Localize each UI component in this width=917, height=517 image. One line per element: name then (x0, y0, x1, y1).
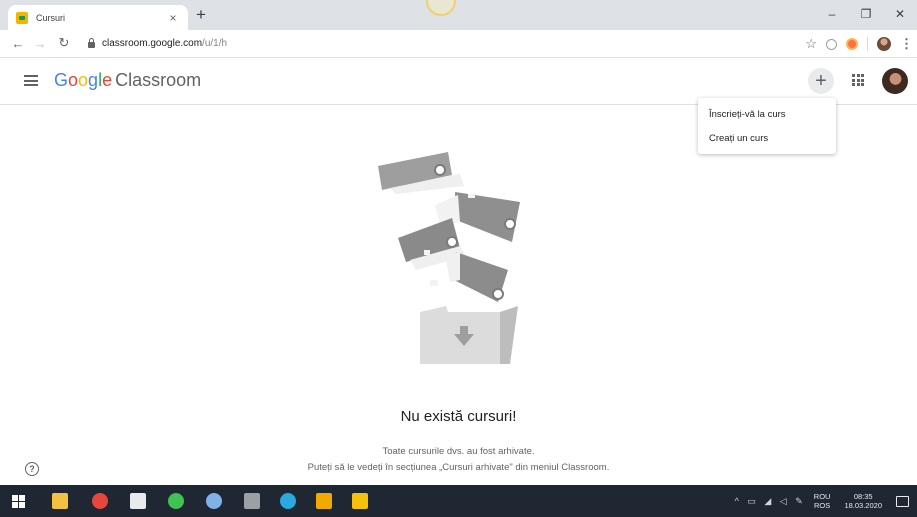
hamburger-menu-icon[interactable] (24, 75, 38, 86)
taskbar-clock[interactable]: 08:35 18.03.2020 (844, 492, 882, 510)
address-bar[interactable]: classroom.google.com/u/1/h (84, 33, 804, 54)
add-course-menu: Înscrieți-vă la curs Creați un curs (698, 98, 836, 154)
chrome-icon[interactable] (92, 493, 108, 509)
lock-icon (88, 37, 95, 48)
arrows-icon[interactable] (352, 493, 368, 509)
browser-menu-icon[interactable]: ⋮ (900, 36, 913, 52)
language-top: ROU (813, 492, 831, 501)
tab-title: Cursuri (36, 12, 66, 23)
back-arrow-icon[interactable]: ← (8, 33, 28, 53)
chat-icon[interactable] (130, 493, 146, 509)
browser-toolbar: ← → ↻ classroom.google.com/u/1/h ☆ ⋮ (0, 30, 917, 58)
url-path: /u/1/h (202, 38, 228, 49)
archived-folders-illustration (378, 152, 520, 364)
empty-state-title: Nu există cursuri! (400, 408, 517, 425)
minimize-button[interactable]: – (815, 0, 849, 28)
add-course-button[interactable]: + (808, 68, 834, 94)
windows-taskbar: ^ ▭ ◢ ◁ ✎ ROU ROS 08:35 18.03.2020 (0, 485, 917, 517)
browser-tab-strip: Cursuri × + – ❐ ✕ (0, 0, 917, 30)
rss-icon[interactable] (280, 493, 296, 509)
flying-folder-icon (378, 152, 464, 194)
close-window-button[interactable]: ✕ (883, 0, 917, 28)
mouse-highlight-ring (426, 0, 456, 16)
flying-folder-icon (446, 250, 508, 302)
restore-button[interactable]: ❐ (849, 0, 883, 28)
clock-time: 08:35 (853, 492, 873, 501)
join-class-menu-item[interactable]: Înscrieți-vă la curs (698, 103, 836, 127)
notification-center-icon[interactable] (896, 495, 909, 507)
toolbar-divider (867, 37, 868, 51)
empty-state-hint: Puteți să le vedeți în secțiunea „Cursur… (307, 462, 610, 473)
classroom-favicon-icon (16, 11, 28, 24)
language-indicator[interactable]: ROU ROS (814, 492, 831, 510)
toolbar-actions: ☆ ⋮ (796, 34, 913, 54)
user-avatar[interactable] (882, 68, 908, 94)
create-class-menu-item[interactable]: Creați un curs (698, 127, 836, 151)
tray-icons[interactable]: ^ ▭ ◢ ◁ ✎ (735, 496, 806, 507)
tab-cursuri[interactable]: Cursuri × (8, 5, 188, 30)
bookmark-star-icon[interactable]: ☆ (805, 36, 817, 52)
url-host: classroom.google.com (102, 38, 203, 49)
google-apps-icon[interactable] (852, 74, 864, 86)
language-bottom: ROS (813, 501, 831, 510)
library-icon[interactable] (316, 493, 332, 509)
tab-close-icon[interactable]: × (166, 11, 180, 25)
teamviewer-icon[interactable] (206, 493, 222, 509)
system-tray: ^ ▭ ◢ ◁ ✎ ROU ROS 08:35 18.03.2020 (735, 485, 917, 517)
forward-arrow-icon[interactable]: → (30, 33, 50, 53)
clock-date: 18.03.2020 (844, 501, 882, 510)
settings-icon[interactable] (244, 493, 260, 509)
history-clock-icon[interactable] (826, 38, 837, 50)
open-folder-icon (420, 306, 518, 364)
reload-icon[interactable]: ↻ (54, 33, 74, 53)
whatsapp-icon[interactable] (168, 493, 184, 509)
help-icon[interactable]: ? (25, 462, 39, 476)
file-explorer-icon[interactable] (52, 493, 68, 509)
windows-start-icon[interactable] (12, 495, 25, 508)
google-classroom-logo[interactable]: Google Classroom (54, 70, 201, 91)
empty-state-message: Toate cursurile dvs. au fost arhivate. (382, 446, 535, 457)
window-controls: – ❐ ✕ (815, 0, 917, 28)
new-tab-button[interactable]: + (196, 6, 206, 24)
browser-profile-icon[interactable] (877, 37, 891, 51)
extension-icon[interactable] (846, 38, 858, 50)
